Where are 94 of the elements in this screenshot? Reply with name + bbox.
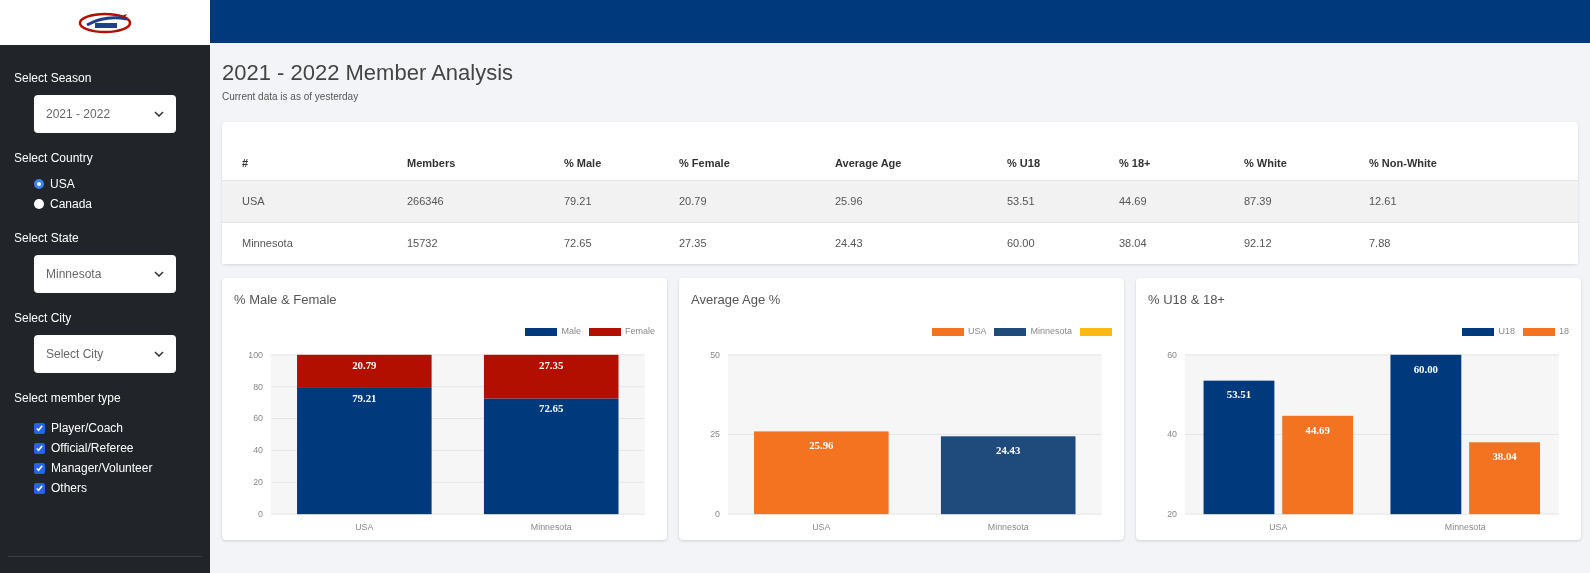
y-tick-label: 40: [253, 445, 263, 456]
legend-label: 18: [1559, 325, 1569, 339]
x-axis-label: USA: [1269, 521, 1288, 532]
column-header: % U18: [1007, 156, 1042, 172]
y-tick-label: 0: [715, 508, 720, 519]
bar-value-label: 60.00: [1413, 362, 1439, 375]
checkbox[interactable]: [34, 442, 45, 454]
table-cell-text: 92.12: [1244, 235, 1273, 251]
table-cell-text: 20.79: [679, 193, 708, 209]
radio-button[interactable]: [34, 199, 44, 209]
y-tick-label: 40: [1167, 429, 1177, 440]
page-title: 2021 - 2022 Member Analysis: [222, 59, 515, 87]
y-tick-label: 50: [710, 349, 720, 360]
select-placeholder: Select City: [46, 346, 104, 363]
section-label: Select Season: [13, 70, 93, 87]
chart-title: % U18 & 18+: [1148, 290, 1226, 309]
table-cell-text: 72.65: [564, 235, 593, 251]
radio-button[interactable]: [34, 179, 44, 189]
column-header: % White: [1244, 156, 1288, 172]
table-cell-text: 44.69: [1119, 193, 1148, 209]
table-cell-text: Minnesota: [242, 235, 294, 251]
column-header: % Female: [679, 156, 731, 172]
y-tick-label: 60: [1167, 349, 1177, 360]
bar-value-label: 27.35: [539, 358, 564, 371]
column-header: Average Age: [835, 156, 903, 172]
x-axis-label: Minnesota: [1444, 521, 1486, 532]
table-cell-text: 12.61: [1369, 193, 1398, 209]
hockey-logo-icon[interactable]: [77, 10, 133, 35]
y-tick-label: 80: [253, 381, 263, 392]
table-cell-text: 15732: [407, 235, 439, 251]
y-tick-label: 0: [258, 508, 263, 519]
y-tick-label: 25: [710, 429, 720, 440]
select-value: Minnesota: [46, 266, 102, 283]
section-label: Select State: [13, 230, 80, 247]
section-label: Select City: [13, 310, 73, 327]
legend-label: Female: [625, 325, 655, 339]
x-axis-label: Minnesota: [530, 521, 572, 532]
section-label: Select member type: [13, 390, 122, 407]
table-cell-text: 38.04: [1119, 235, 1148, 251]
table-cell-text: USA: [242, 193, 266, 209]
radio-label: USA: [50, 176, 75, 193]
column-header: % 18+: [1119, 156, 1152, 172]
x-axis-label: USA: [812, 521, 831, 532]
table-cell-text: 7.88: [1369, 235, 1392, 251]
select-field[interactable]: Select City: [34, 335, 176, 373]
y-tick-label: 60: [253, 413, 263, 424]
table-cell-text: 87.39: [1244, 193, 1273, 209]
column-header: #: [242, 156, 250, 172]
table-cell-text: 53.51: [1007, 193, 1036, 209]
bar: [1469, 442, 1540, 514]
table-cell-text: 266346: [407, 193, 445, 209]
x-axis-label: USA: [355, 521, 374, 532]
table-cell-text: 24.43: [835, 235, 864, 251]
checkbox-label: Manager/Volunteer: [51, 460, 153, 477]
column-header: % Male: [564, 156, 603, 172]
table-cell-text: 79.21: [564, 193, 593, 209]
bar-value-label: 53.51: [1226, 388, 1252, 401]
column-header: Members: [407, 156, 457, 172]
radio-label: Canada: [50, 196, 93, 213]
select-field[interactable]: 2021 - 2022: [34, 95, 176, 133]
checkbox-label: Player/Coach: [51, 420, 124, 437]
page-subtitle: Current data is as of yesterday: [222, 89, 360, 104]
bar-value-label: 24.43: [996, 443, 1021, 456]
select-field[interactable]: Minnesota: [34, 255, 176, 293]
bar-value-label: 79.21: [352, 391, 377, 404]
chevron-down-icon: [154, 351, 164, 357]
bar-value-label: 72.65: [539, 401, 564, 414]
legend-label: Minnesota: [1030, 325, 1072, 339]
checkbox-label: Others: [51, 480, 87, 497]
chart-title: % Male & Female: [234, 290, 338, 309]
checkbox[interactable]: [34, 422, 45, 434]
bar-value-label: 44.69: [1305, 423, 1330, 436]
section-label: Select Country: [13, 150, 94, 167]
y-tick-label: 20: [1167, 508, 1177, 519]
checkbox-label: Official/Referee: [51, 440, 134, 457]
table-cell-text: 27.35: [679, 235, 708, 251]
select-value: 2021 - 2022: [46, 106, 111, 123]
chart-title: Average Age %: [691, 290, 782, 309]
legend-label: U18: [1498, 325, 1515, 339]
legend-label: USA: [967, 325, 987, 339]
y-tick-label: 100: [248, 349, 263, 360]
table-cell-text: 60.00: [1007, 235, 1036, 251]
checkbox[interactable]: [34, 462, 45, 474]
chevron-down-icon: [154, 111, 164, 117]
bar-value-label: 38.04: [1492, 449, 1517, 462]
x-axis-label: Minnesota: [987, 521, 1029, 532]
bar-value-label: 20.79: [352, 358, 377, 371]
column-header: % Non-White: [1369, 156, 1438, 172]
chevron-down-icon: [154, 271, 164, 277]
bar-value-label: 25.96: [809, 438, 834, 451]
table-cell-text: 25.96: [835, 193, 864, 209]
y-tick-label: 20: [253, 477, 263, 487]
checkbox[interactable]: [34, 482, 45, 494]
legend-label: Male: [561, 325, 581, 339]
